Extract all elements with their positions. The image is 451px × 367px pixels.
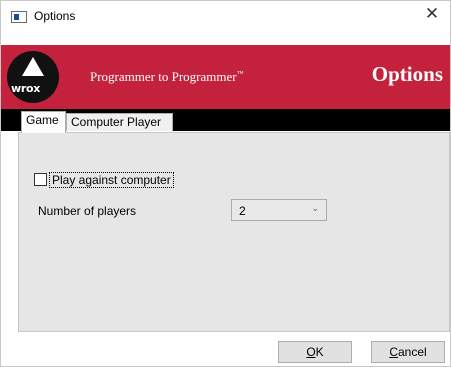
close-button[interactable]: ✕ bbox=[420, 3, 444, 25]
tab-panel-game bbox=[18, 132, 450, 332]
tagline: Programmer to Programmer™ bbox=[90, 69, 243, 85]
number-of-players-value: 2 bbox=[239, 204, 246, 218]
ok-button[interactable]: OK bbox=[278, 341, 352, 363]
number-of-players-label: Number of players bbox=[38, 204, 137, 218]
cancel-button[interactable]: Cancel bbox=[371, 341, 445, 363]
tagline-text: Programmer to Programmer bbox=[90, 69, 237, 84]
options-dialog: Options ✕ wrox Programmer to Programmer™… bbox=[0, 0, 451, 367]
window-icon bbox=[11, 11, 27, 23]
header-banner: wrox Programmer to Programmer™ Options bbox=[1, 45, 450, 109]
number-of-players-select[interactable]: 2 ⌄ bbox=[231, 199, 327, 221]
logo-text: wrox bbox=[11, 82, 41, 95]
wrox-logo: wrox bbox=[7, 51, 65, 103]
trademark: ™ bbox=[236, 69, 244, 78]
tab-computer-player[interactable]: Computer Player bbox=[66, 113, 173, 131]
chevron-down-icon: ⌄ bbox=[311, 203, 319, 213]
banner-title: Options bbox=[371, 62, 443, 86]
window-title: Options bbox=[34, 9, 76, 23]
title-bar: Options ✕ bbox=[1, 1, 450, 31]
play-against-computer-checkbox[interactable] bbox=[34, 173, 47, 186]
play-against-computer-label[interactable]: Play against computer bbox=[49, 172, 174, 188]
tab-game[interactable]: Game bbox=[21, 111, 66, 133]
